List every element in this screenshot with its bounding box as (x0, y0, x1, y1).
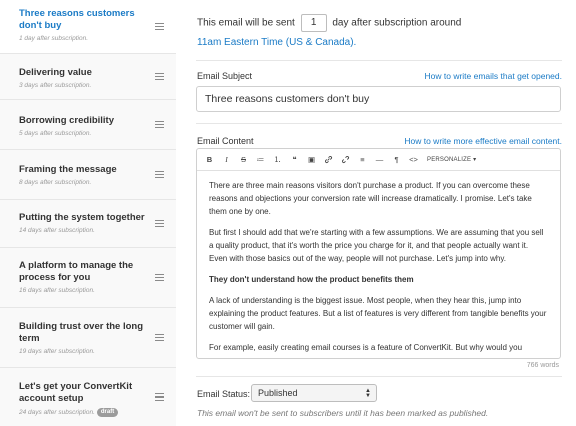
sequence-item-title: Framing the message (19, 164, 117, 175)
sequence-item-delay: 3 days after subscription. (19, 82, 92, 89)
sequence-item-delay: 8 days after subscription. (19, 179, 92, 186)
drag-handle-icon[interactable] (155, 273, 164, 282)
editor-toolbar: B I S ≔ ⒈ ❝ ▣ ≡ — ¶ <> PERSONALIZE ▾ (197, 149, 560, 171)
content-paragraph: For example, easily creating email cours… (209, 343, 523, 352)
sequence-item[interactable]: Putting the system together 14 days afte… (0, 200, 176, 248)
drag-handle-icon[interactable] (155, 120, 164, 129)
sequence-sidebar: Three reasons customers don't buy 1 day … (0, 0, 176, 426)
drag-handle-icon[interactable] (155, 219, 164, 228)
content-paragraph: There are three main reasons visitors do… (209, 181, 532, 216)
sequence-item-delay: 19 days after subscription. (19, 348, 95, 355)
drag-handle-icon[interactable] (155, 22, 164, 31)
link-glyph (324, 155, 333, 164)
word-count: 766 words (526, 362, 559, 369)
sequence-item-title: Three reasons customers don't buy (19, 8, 135, 31)
sequence-item-title: Building trust over the long term (19, 321, 144, 344)
sequence-item[interactable]: A platform to manage the process for you… (0, 248, 176, 308)
schedule-row: This email will be sent 1 day after subs… (197, 14, 567, 32)
sequence-item[interactable]: Three reasons customers don't buy 1 day … (0, 0, 176, 54)
schedule-suffix: day after subscription around (332, 17, 462, 29)
unordered-list-icon[interactable]: ≔ (253, 153, 268, 167)
sequence-item-delay: 1 day after subscription. (19, 35, 89, 42)
link-icon[interactable] (321, 153, 336, 167)
sequence-item-delay: 14 days after subscription. (19, 227, 95, 234)
image-icon[interactable]: ▣ (304, 153, 319, 167)
sequence-item-title: A platform to manage the process for you (19, 260, 134, 283)
unlink-glyph (341, 155, 350, 164)
align-icon[interactable]: ≡ (355, 153, 370, 167)
sequence-item-title: Putting the system together (19, 212, 145, 223)
sequence-item-title: Delivering value (19, 67, 92, 78)
divider (196, 60, 562, 61)
code-icon[interactable]: <> (406, 153, 421, 167)
drag-handle-icon[interactable] (155, 170, 164, 179)
schedule-prefix: This email will be sent (197, 17, 295, 29)
bold-icon[interactable]: B (202, 153, 217, 167)
sequence-item-title: Let's get your ConvertKit account setup (19, 381, 133, 404)
status-label: Email Status: (197, 389, 251, 399)
paragraph-icon[interactable]: ¶ (389, 153, 404, 167)
content-help-link[interactable]: How to write more effective email conten… (404, 136, 562, 146)
select-caret-icon: ▲ ▼ (365, 388, 371, 399)
sequence-item[interactable]: Delivering value 3 days after subscripti… (0, 54, 176, 100)
drag-handle-icon[interactable] (155, 393, 164, 401)
strikethrough-icon[interactable]: S (236, 153, 251, 167)
sequence-item[interactable]: Let's get your ConvertKit account setup … (0, 368, 176, 426)
content-paragraph: A lack of understanding is the biggest i… (209, 296, 547, 331)
divider (196, 376, 562, 377)
subject-input[interactable]: Three reasons customers don't buy (196, 86, 561, 112)
drag-handle-icon[interactable] (155, 72, 164, 81)
horizontal-rule-icon[interactable]: — (372, 153, 387, 167)
content-heading: They don't understand how the product be… (209, 275, 414, 284)
sequence-item-delay: 5 days after subscription. (19, 130, 92, 137)
content-label: Email Content (197, 136, 254, 146)
status-note: This email won't be sent to subscribers … (197, 408, 489, 418)
ordered-list-icon[interactable]: ⒈ (270, 153, 285, 167)
content-paragraph: But first I should add that we're starti… (209, 228, 544, 263)
divider (196, 123, 562, 124)
status-selected-value: Published (258, 388, 298, 398)
sequence-item[interactable]: Borrowing credibility 5 days after subsc… (0, 100, 176, 150)
sequence-item-title: Borrowing credibility (19, 115, 115, 126)
email-editor-panel: This email will be sent 1 day after subs… (176, 0, 576, 426)
editor-body[interactable]: There are three main reasons visitors do… (197, 171, 560, 359)
sequence-item[interactable]: Building trust over the long term 19 day… (0, 308, 176, 368)
italic-icon[interactable]: I (219, 153, 234, 167)
email-content-editor[interactable]: B I S ≔ ⒈ ❝ ▣ ≡ — ¶ <> PERSONALIZE ▾ The… (196, 148, 561, 359)
status-select[interactable]: Published ▲ ▼ (251, 384, 377, 402)
subject-help-link[interactable]: How to write emails that get opened. (425, 71, 563, 81)
personalize-dropdown[interactable]: PERSONALIZE ▾ (427, 156, 476, 163)
days-input[interactable]: 1 (300, 14, 327, 32)
sequence-item-delay: 24 days after subscription. draft (19, 408, 152, 417)
draft-badge: draft (96, 408, 119, 417)
subject-label: Email Subject (197, 71, 253, 81)
sequence-item-delay: 16 days after subscription. (19, 287, 95, 294)
sequence-item[interactable]: Framing the message 8 days after subscri… (0, 150, 176, 200)
drag-handle-icon[interactable] (155, 333, 164, 342)
unlink-icon[interactable] (338, 153, 353, 167)
send-time-link[interactable]: 11am Eastern Time (US & Canada). (197, 37, 356, 48)
blockquote-icon[interactable]: ❝ (287, 153, 302, 167)
sequence-item-delay-text: 24 days after subscription. (19, 409, 95, 417)
